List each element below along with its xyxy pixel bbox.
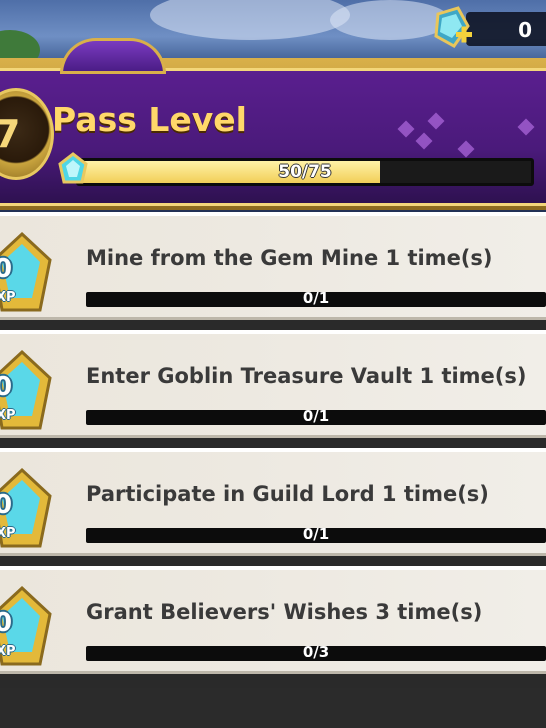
quest-progress-text: 0/3 [302,643,330,661]
decor-diamond [415,132,433,150]
gem-counter: 0 [466,12,546,46]
quest-list: 0 XP Mine from the Gem Mine 1 time(s) 0/… [0,212,546,728]
xp-reward-label: XP [0,644,16,659]
bottom-strip [0,688,546,728]
quest-description: Grant Believers' Wishes 3 time(s) [86,600,483,624]
quest-description: Enter Goblin Treasure Vault 1 time(s) [86,364,527,388]
quest-progress-text: 0/1 [302,525,330,543]
quest-row[interactable]: 0 XP Grant Believers' Wishes 3 time(s) 0… [0,566,546,674]
xp-reward-value: 0 [0,372,13,402]
xp-reward-label: XP [0,408,16,423]
xp-reward-label: XP [0,526,16,541]
quest-progress-bar: 0/1 [86,289,546,307]
xp-gem-icon [56,152,90,186]
pass-level-number: 7 [0,112,21,156]
decor-diamond [427,112,445,130]
quest-progress-text: 0/1 [302,407,330,425]
quest-progress-bar: 0/3 [86,643,546,661]
pass-level-title: Pass Level [52,100,247,139]
decor-diamond [397,120,415,138]
xp-reward-value: 0 [0,490,13,520]
decor-diamond [457,140,475,158]
quest-progress-bar: 0/1 [86,525,546,543]
header-ribbon [60,38,166,74]
quest-row[interactable]: 0 XP Mine from the Gem Mine 1 time(s) 0/… [0,212,546,320]
quest-description: Mine from the Gem Mine 1 time(s) [86,246,493,270]
quest-description: Participate in Guild Lord 1 time(s) [86,482,489,506]
gem-plus-icon[interactable] [428,6,474,52]
gem-count: 0 [518,18,532,42]
xp-reward-value: 0 [0,254,13,284]
quest-row[interactable]: 0 XP Participate in Guild Lord 1 time(s)… [0,448,546,556]
cloud [150,0,350,40]
pass-progress-bar: 50/75 [76,158,534,186]
xp-reward-label: XP [0,290,16,305]
xp-reward-value: 0 [0,608,13,638]
quest-progress-bar: 0/1 [86,407,546,425]
quest-progress-text: 0/1 [302,289,330,307]
quest-row[interactable]: 0 XP Enter Goblin Treasure Vault 1 time(… [0,330,546,438]
decor-diamond [517,118,535,136]
pass-progress-text: 50/75 [278,162,332,182]
